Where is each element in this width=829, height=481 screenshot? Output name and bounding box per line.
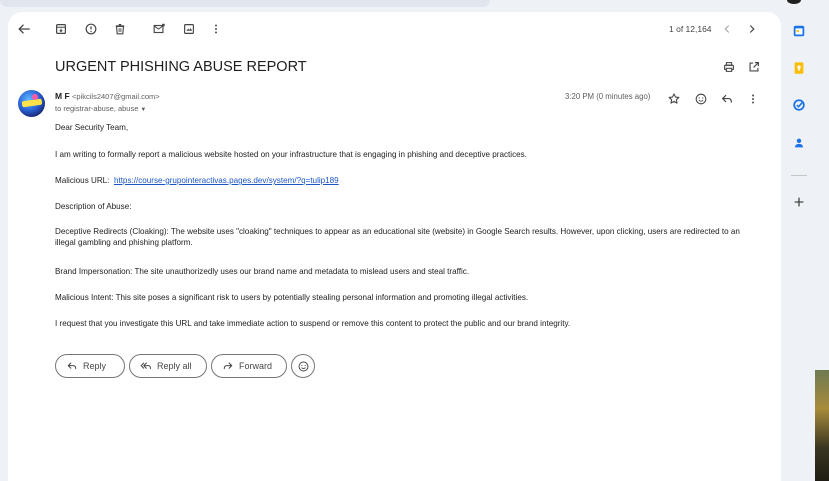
reply-button-label: Reply <box>83 361 107 371</box>
emoji-reaction-button[interactable] <box>291 354 315 378</box>
tasks-icon[interactable] <box>790 96 808 114</box>
reply-button[interactable]: Reply <box>55 354 125 378</box>
body-paragraph-2: Deceptive Redirects (Cloaking): The webs… <box>55 227 740 247</box>
more-vert-icon[interactable] <box>742 88 764 110</box>
body-malicious-url-line: Malicious URL: https://course-grupointer… <box>55 175 755 186</box>
forward-button-label: Forward <box>239 361 273 371</box>
caret-down-icon[interactable]: ▼ <box>140 107 146 113</box>
star-icon[interactable] <box>663 88 685 110</box>
sender-line: M F <pikcils2407@gmail.com> <box>55 91 160 101</box>
reply-all-button-label: Reply all <box>157 361 192 371</box>
reply-icon[interactable] <box>716 88 738 110</box>
forward-icon <box>223 362 233 370</box>
body-paragraph-3: Brand Impersonation: The site unauthoriz… <box>55 267 470 276</box>
body-paragraph-5: I request that you investigate this URL … <box>55 319 571 328</box>
chevron-right-icon[interactable] <box>741 18 763 40</box>
side-panel-divider <box>791 175 807 176</box>
avatar-image-stripe <box>21 98 43 108</box>
body-paragraph-4: Malicious Intent: This site poses a sign… <box>55 293 529 302</box>
emoji-react-icon[interactable] <box>690 88 712 110</box>
sender-name[interactable]: M F <box>55 91 70 101</box>
report-spam-icon[interactable] <box>80 18 102 40</box>
email-timestamp: 3:20 PM (0 minutes ago) <box>565 92 651 101</box>
sender-avatar[interactable] <box>18 90 45 117</box>
forward-button[interactable]: Forward <box>211 354 287 378</box>
body-greeting: Dear Security Team, <box>55 123 129 132</box>
calendar-icon[interactable] <box>790 22 808 40</box>
chevron-left-icon[interactable] <box>716 18 738 40</box>
email-subject: URGENT PHISHING ABUSE REPORT <box>55 59 307 75</box>
body-description-heading: Description of Abuse: <box>55 202 132 211</box>
more-vert-icon[interactable] <box>205 18 227 40</box>
print-icon[interactable] <box>718 56 740 78</box>
reply-all-icon <box>140 362 151 370</box>
malicious-url-link[interactable]: https://course-grupointeractivas.pages.d… <box>114 176 339 185</box>
open-in-new-window-icon[interactable] <box>743 56 765 78</box>
url-label: Malicious URL: <box>55 176 110 185</box>
mark-unread-icon[interactable] <box>148 18 170 40</box>
search-bar-edge <box>0 0 490 7</box>
avatar-image-dot <box>32 94 38 100</box>
recipients-text: to registrar-abuse, abuse <box>55 104 139 113</box>
archive-icon[interactable] <box>50 18 72 40</box>
keep-icon[interactable] <box>790 59 808 77</box>
recipients-line: to registrar-abuse, abuse ▼ <box>55 104 146 113</box>
reply-icon <box>67 362 77 370</box>
account-avatar-edge[interactable] <box>787 0 801 4</box>
sender-email: <pikcils2407@gmail.com> <box>72 92 160 101</box>
pagination-count: 1 of 12,164 <box>669 24 712 34</box>
move-to-icon[interactable] <box>178 18 200 40</box>
wallpaper-edge <box>815 370 829 481</box>
trash-icon[interactable] <box>109 18 131 40</box>
body-paragraph-1: I am writing to formally report a malici… <box>55 150 527 159</box>
plus-icon[interactable] <box>790 193 808 211</box>
emoji-icon <box>298 361 308 371</box>
reply-all-button[interactable]: Reply all <box>129 354 207 378</box>
arrow-left-icon[interactable] <box>13 18 35 40</box>
contacts-icon[interactable] <box>790 134 808 152</box>
email-view: 1 of 12,164 URGENT PHISHING ABUSE REPORT… <box>8 12 781 481</box>
